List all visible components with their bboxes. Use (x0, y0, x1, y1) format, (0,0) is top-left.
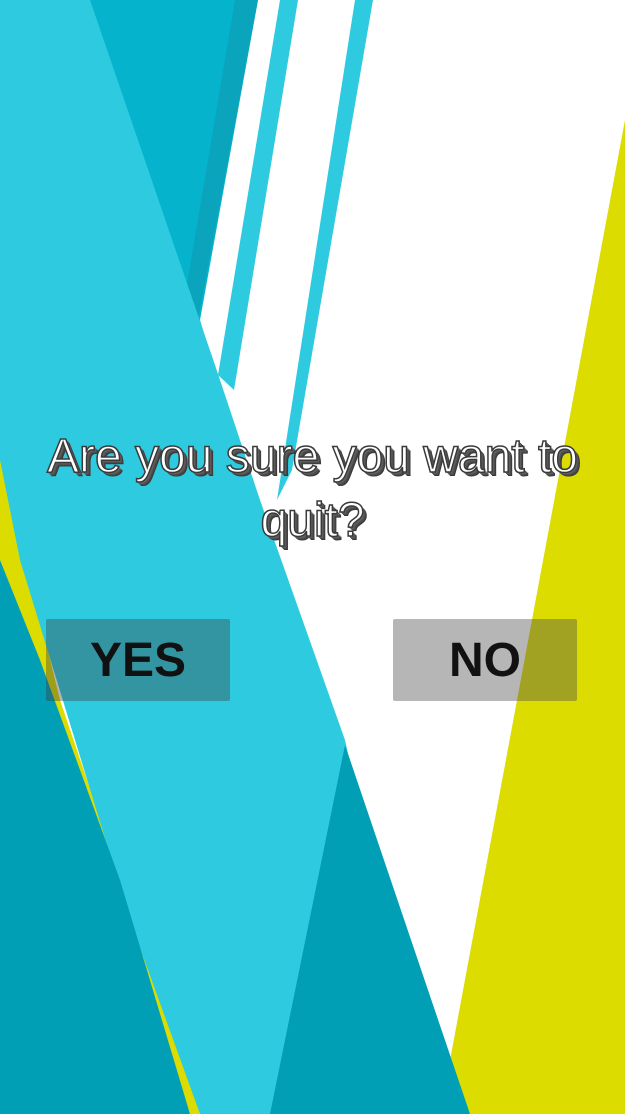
no-button[interactable]: NO (393, 619, 577, 701)
quit-dialog-screen: Are you sure you want to quit? YES NO (0, 0, 625, 1114)
no-button-label: NO (449, 633, 521, 687)
quit-confirmation-question: Are you sure you want to quit? (46, 429, 578, 548)
yes-button-label: YES (89, 633, 187, 687)
yes-button[interactable]: YES (46, 619, 230, 701)
abstract-background (0, 0, 625, 1114)
